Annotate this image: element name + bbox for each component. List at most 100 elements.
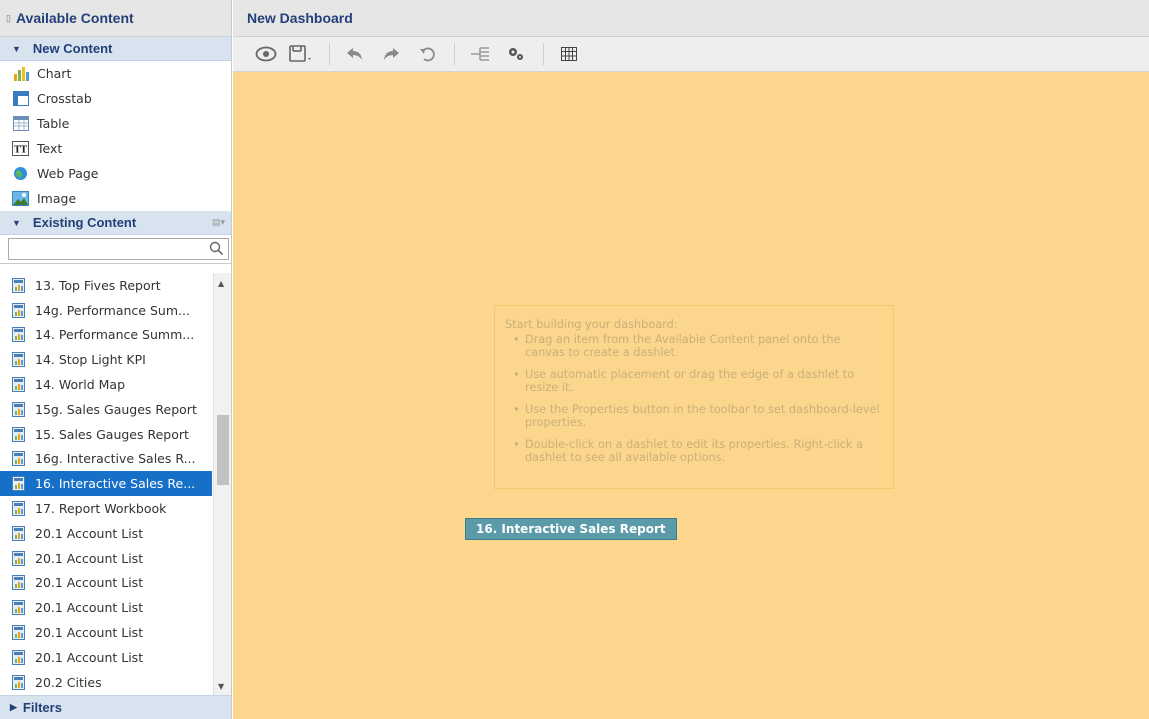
search-icon[interactable] <box>209 241 224 259</box>
search-field[interactable] <box>8 238 229 260</box>
list-item[interactable]: 20.1 Account List <box>0 546 212 571</box>
existing-content-list: 13. Top Fives Report 14g. Performance Sum… <box>0 273 212 695</box>
save-icon <box>289 45 311 62</box>
globe-icon <box>12 166 29 182</box>
report-icon <box>12 674 25 690</box>
filters-title: Filters <box>22 700 62 715</box>
list-item-label: 15. Sales Gauges Report <box>35 426 189 442</box>
filters-section-header[interactable]: ▶ Filters <box>0 695 231 719</box>
list-item-label: 20.1 Account List <box>35 600 144 616</box>
list-item[interactable]: 20.1 Account List <box>0 645 212 670</box>
list-item[interactable]: 16g. Interactive Sales R... <box>0 447 212 472</box>
new-content-item-crosstab[interactable]: Crosstab <box>0 86 231 111</box>
list-item[interactable]: 15. Sales Gauges Report <box>0 422 212 447</box>
new-content-label: Web Page <box>37 166 99 181</box>
grid-button[interactable] <box>554 41 584 67</box>
list-item[interactable]: 20.1 Account List <box>0 595 212 620</box>
existing-content-section-header[interactable]: ▼ Existing Content ▤▾ <box>0 211 231 235</box>
collapse-panel-icon[interactable]: ▯ <box>6 13 11 24</box>
list-item-label: 14. Stop Light KPI <box>35 352 146 368</box>
properties-icon <box>471 47 489 61</box>
scroll-down-icon[interactable]: ▼ <box>218 682 224 691</box>
settings-button[interactable] <box>501 41 531 67</box>
list-item[interactable]: 14. Performance Summ... <box>0 323 212 348</box>
list-item-label: 14. Performance Summ... <box>35 327 195 343</box>
report-icon <box>12 476 25 492</box>
list-item[interactable]: 20.1 Account List <box>0 620 212 645</box>
new-content-item-table[interactable]: Table <box>0 111 231 136</box>
undo-button[interactable] <box>340 41 370 67</box>
expand-arrow-icon[interactable]: ▶ <box>10 702 17 713</box>
new-content-label: Text <box>37 141 63 156</box>
dashboard-toolbar <box>233 37 1149 72</box>
list-item[interactable]: 14. Stop Light KPI <box>0 347 212 372</box>
dashboard-title-bar: New Dashboard <box>233 0 1149 37</box>
list-item[interactable]: 17. Report Workbook <box>0 496 212 521</box>
new-content-section-header[interactable]: ▼ New Content <box>0 37 231 61</box>
existing-content-title: Existing Content <box>32 215 137 230</box>
report-icon <box>12 327 25 343</box>
new-content-item-image[interactable]: Image <box>0 186 231 211</box>
preview-button[interactable] <box>251 41 281 67</box>
list-item[interactable]: 20.1 Account List <box>0 521 212 546</box>
chart-icon <box>12 66 29 82</box>
available-content-header[interactable]: ▯ Available Content <box>0 0 231 37</box>
grid-icon <box>561 47 577 61</box>
redo-button[interactable] <box>376 41 406 67</box>
list-item-label: 13. Top Fives Report <box>35 277 161 293</box>
list-item-label: 20.2 Cities <box>35 674 102 690</box>
report-icon <box>12 352 25 368</box>
hint-item: Drag an item from the Available Content … <box>505 333 883 359</box>
report-icon <box>12 625 25 641</box>
list-item-label: 20.1 Account List <box>35 625 144 641</box>
list-item-label: 16g. Interactive Sales R... <box>35 451 196 467</box>
report-icon <box>12 451 25 467</box>
new-content-item-chart[interactable]: Chart <box>0 61 231 86</box>
list-item[interactable]: 15g. Sales Gauges Report <box>0 397 212 422</box>
list-item-label: 14g. Performance Sum... <box>35 302 190 318</box>
list-item-label: 17. Report Workbook <box>35 501 167 517</box>
undo-all-icon <box>420 47 435 62</box>
existing-content-list-container: 13. Top Fives Report 14g. Performance Sum… <box>0 273 231 695</box>
hint-item: Double-click on a dashlet to edit its pr… <box>505 438 883 464</box>
list-item[interactable]: 20.1 Account List <box>0 571 212 596</box>
table-icon <box>12 116 29 132</box>
list-item-label: 20.1 Account List <box>35 525 144 541</box>
new-content-label: Chart <box>37 66 72 81</box>
new-content-title: New Content <box>32 41 113 56</box>
new-content-item-web-page[interactable]: Web Page <box>0 161 231 186</box>
expand-arrow-icon[interactable]: ▼ <box>12 218 21 228</box>
list-item[interactable]: 13. Top Fives Report <box>0 273 212 298</box>
report-icon <box>12 525 25 541</box>
scroll-up-icon[interactable]: ▲ <box>218 279 224 288</box>
report-icon <box>12 377 25 393</box>
dashboard-designer: New Dashboard Start building your dashbo… <box>233 0 1149 719</box>
scrollbar-thumb[interactable] <box>217 415 229 485</box>
crosstab-icon <box>12 91 29 107</box>
existing-content-scrollbar[interactable]: ▲ ▼ <box>213 273 231 695</box>
toolbar-separator <box>543 43 544 65</box>
report-icon <box>12 550 25 566</box>
report-icon <box>12 277 25 293</box>
search-input[interactable] <box>9 239 199 259</box>
new-content-label: Image <box>37 191 77 206</box>
available-content-title: Available Content <box>15 10 134 26</box>
report-icon <box>12 600 25 616</box>
options-menu-icon[interactable]: ▤▾ <box>212 217 225 228</box>
list-item[interactable]: 14. World Map <box>0 372 212 397</box>
save-button[interactable] <box>287 41 317 67</box>
new-content-item-text[interactable]: TT Text <box>0 136 231 161</box>
undo-all-button[interactable] <box>412 41 442 67</box>
list-item[interactable]: 14g. Performance Sum... <box>0 298 212 323</box>
list-item-label: 20.1 Account List <box>35 649 144 665</box>
undo-icon <box>347 48 362 60</box>
expand-arrow-icon[interactable]: ▼ <box>12 44 21 54</box>
list-item[interactable]: 20.2 Cities <box>0 670 212 695</box>
properties-button[interactable] <box>465 41 495 67</box>
list-item-label: 14. World Map <box>35 377 126 393</box>
dashboard-canvas[interactable]: Start building your dashboard: Drag an i… <box>233 72 1149 719</box>
search-row <box>0 235 231 264</box>
list-item-label: 16. Interactive Sales Re... <box>35 476 196 492</box>
dragged-item-label[interactable]: 16. Interactive Sales Report <box>465 518 677 540</box>
list-item[interactable]: 16. Interactive Sales Re... <box>0 471 212 497</box>
